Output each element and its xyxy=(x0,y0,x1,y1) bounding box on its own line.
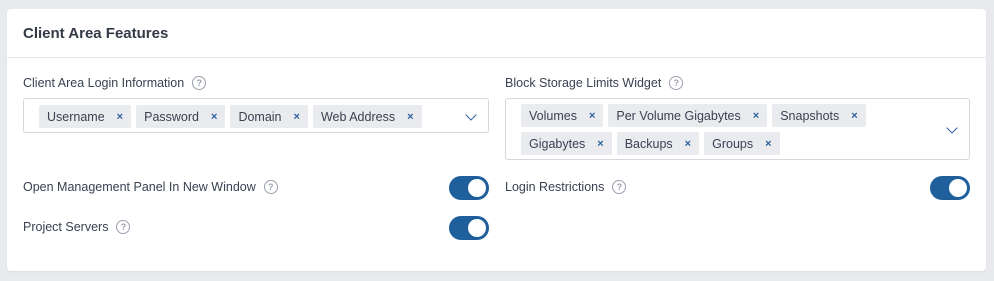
open-panel-new-window-toggle[interactable] xyxy=(449,176,489,200)
remove-tag-icon[interactable]: × xyxy=(851,110,857,122)
login-restrictions-field: Login Restrictions ? xyxy=(505,180,627,194)
tag-snapshots: Snapshots × xyxy=(772,104,866,127)
remove-tag-icon[interactable]: × xyxy=(589,110,595,122)
panel-title: Client Area Features xyxy=(7,9,986,58)
tag-domain: Domain × xyxy=(230,105,308,128)
question-circle-icon[interactable]: ? xyxy=(116,220,131,234)
client-area-features-panel: Client Area Features Client Area Login I… xyxy=(7,9,986,271)
tag-username: Username × xyxy=(39,105,132,128)
block-storage-label: Block Storage Limits Widget xyxy=(505,76,662,90)
question-circle-icon[interactable]: ? xyxy=(612,180,627,194)
tag-web-address: Web Address × xyxy=(312,105,422,128)
block-storage-multiselect[interactable]: Volumes × Per Volume Gigabytes × Snapsho… xyxy=(505,98,970,160)
chevron-down-icon[interactable] xyxy=(946,122,958,134)
toggle-knob xyxy=(468,179,486,197)
project-servers-toggle[interactable] xyxy=(449,216,489,240)
open-panel-new-window-field: Open Management Panel In New Window ? xyxy=(23,180,278,194)
tag-per-volume-gigabytes: Per Volume Gigabytes × xyxy=(608,104,768,127)
block-storage-tags-row1: Volumes × Per Volume Gigabytes × Snapsho… xyxy=(521,104,866,127)
question-circle-icon[interactable]: ? xyxy=(263,180,278,194)
login-info-label: Client Area Login Information xyxy=(23,76,185,90)
remove-tag-icon[interactable]: × xyxy=(753,110,759,122)
tag-gigabytes: Gigabytes × xyxy=(521,132,612,155)
remove-tag-icon[interactable]: × xyxy=(597,138,603,150)
remove-tag-icon[interactable]: × xyxy=(294,111,300,123)
open-panel-new-window-label: Open Management Panel In New Window xyxy=(23,180,256,194)
login-restrictions-toggle[interactable] xyxy=(930,176,970,200)
tag-groups: Groups × xyxy=(704,132,780,155)
project-servers-label: Project Servers xyxy=(23,220,109,234)
login-info-tags: Username × Password × Domain × Web Addre… xyxy=(39,105,422,128)
remove-tag-icon[interactable]: × xyxy=(117,111,123,123)
project-servers-field: Project Servers ? xyxy=(23,220,131,234)
remove-tag-icon[interactable]: × xyxy=(685,138,691,150)
block-storage-field: Block Storage Limits Widget ? xyxy=(505,76,684,90)
block-storage-tags-row2: Gigabytes × Backups × Groups × xyxy=(521,132,780,155)
login-info-field: Client Area Login Information ? xyxy=(23,76,207,90)
tag-password: Password × xyxy=(136,105,226,128)
tag-volumes: Volumes × xyxy=(521,104,604,127)
login-restrictions-label: Login Restrictions xyxy=(505,180,605,194)
tag-backups: Backups × xyxy=(616,132,700,155)
login-info-multiselect[interactable]: Username × Password × Domain × Web Addre… xyxy=(23,98,489,133)
toggle-knob xyxy=(949,179,967,197)
remove-tag-icon[interactable]: × xyxy=(765,138,771,150)
remove-tag-icon[interactable]: × xyxy=(407,111,413,123)
question-circle-icon[interactable]: ? xyxy=(669,76,684,90)
question-circle-icon[interactable]: ? xyxy=(192,76,207,90)
remove-tag-icon[interactable]: × xyxy=(211,111,217,123)
chevron-down-icon[interactable] xyxy=(465,109,477,121)
toggle-knob xyxy=(468,219,486,237)
